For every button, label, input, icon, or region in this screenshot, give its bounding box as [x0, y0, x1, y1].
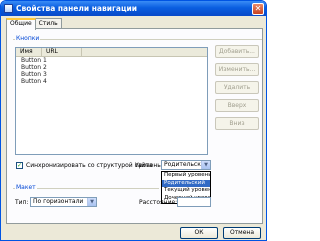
- buttons-list[interactable]: Имя URL Button 1 Button 2 Button 3 Butto…: [15, 47, 208, 155]
- level-option[interactable]: Текущий уровень: [162, 187, 210, 195]
- buttons-group-label: Кнопки: [15, 35, 41, 42]
- tab-general[interactable]: Общие: [6, 18, 36, 30]
- dialog-window: Свойства панели навигации ✕ Общие Стиль …: [0, 0, 267, 241]
- sync-checkbox[interactable]: ✓: [16, 162, 23, 169]
- list-item[interactable]: Button 4: [16, 78, 207, 85]
- move-down-button[interactable]: Вниз: [215, 117, 259, 130]
- edit-button[interactable]: Изменить...: [215, 63, 259, 76]
- chevron-down-icon[interactable]: ▼: [87, 198, 96, 206]
- list-item[interactable]: Button 1: [16, 57, 207, 64]
- title-bar[interactable]: Свойства панели навигации ✕: [1, 1, 266, 16]
- sync-checkbox-label: Синхронизировать со структурой сайта: [26, 162, 153, 169]
- level-select[interactable]: Родительский ▼: [161, 160, 211, 170]
- column-header-url[interactable]: URL: [42, 48, 82, 56]
- layout-group-label: Макет: [15, 184, 37, 191]
- delete-button[interactable]: Удалить: [215, 81, 259, 94]
- move-up-button[interactable]: Вверх: [215, 99, 259, 112]
- level-option[interactable]: Первый уровень: [162, 172, 210, 180]
- level-option-selected[interactable]: Родительский: [162, 179, 210, 187]
- ok-button[interactable]: ОК: [180, 227, 218, 239]
- list-item[interactable]: Button 3: [16, 71, 207, 78]
- cancel-button[interactable]: Отмена: [223, 227, 261, 239]
- column-header-name[interactable]: Имя: [16, 48, 42, 56]
- window-title: Свойства панели навигации: [16, 4, 138, 13]
- close-button[interactable]: ✕: [252, 2, 264, 15]
- type-select[interactable]: По горизонтали ▼: [30, 197, 97, 207]
- add-button[interactable]: Добавить...: [215, 45, 259, 58]
- spacing-label: Расстояние:: [139, 199, 178, 206]
- spacing-input[interactable]: [177, 197, 211, 207]
- buttons-group-border: [13, 39, 262, 40]
- list-item[interactable]: Button 2: [16, 64, 207, 71]
- level-label: Уровень:: [135, 162, 163, 169]
- chevron-down-icon[interactable]: ▼: [201, 161, 210, 169]
- app-icon: [4, 4, 13, 13]
- type-select-value: По горизонтали: [33, 198, 84, 205]
- type-label: Тип:: [15, 199, 29, 206]
- list-header: Имя URL: [16, 48, 207, 57]
